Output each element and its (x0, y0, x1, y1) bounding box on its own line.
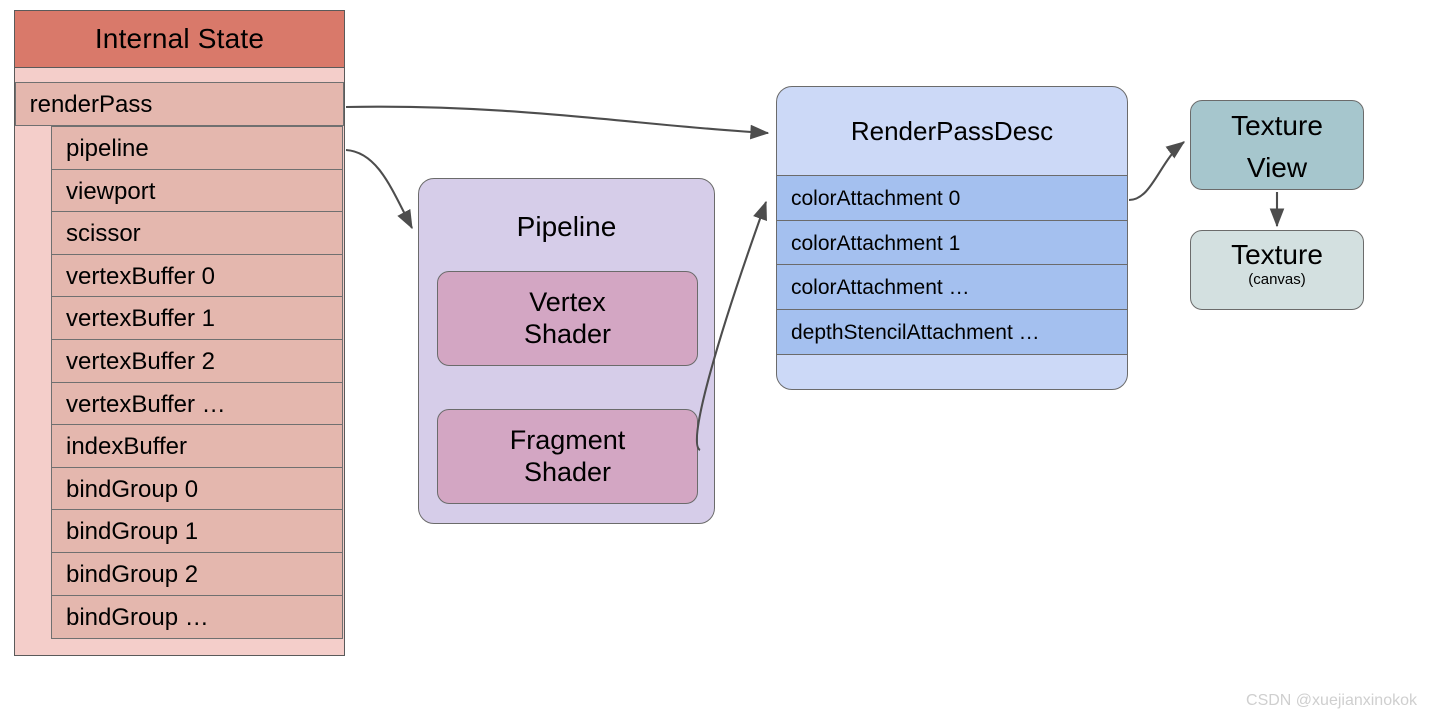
panel-spacer (15, 68, 344, 82)
texture-view-label-line2: View (1246, 152, 1308, 183)
state-row-bindgroup-2[interactable]: bindGroup 2 (51, 552, 343, 597)
vertex-shader-box[interactable]: Vertex Shader (437, 271, 698, 366)
state-row-vertexbuffer-more[interactable]: vertexBuffer … (51, 381, 343, 426)
watermark: CSDN @xuejianxinokok (1246, 692, 1417, 709)
state-row-bindgroup-0[interactable]: bindGroup 0 (51, 466, 343, 511)
state-row-bindgroup-more[interactable]: bindGroup … (51, 594, 343, 639)
state-row-pipeline[interactable]: pipeline (51, 126, 343, 170)
render-pass-desc-title: RenderPassDesc (850, 116, 1054, 146)
state-row-viewport[interactable]: viewport (51, 168, 343, 213)
diagram-canvas: Internal State renderPass pipeline viewp… (0, 0, 1431, 720)
attachment-row-depth-stencil[interactable]: depthStencilAttachment … (777, 308, 1127, 355)
arrow-pipeline-field-to-pipeline-box (345, 148, 413, 230)
state-row-scissor[interactable]: scissor (51, 211, 343, 256)
state-row-renderpass[interactable]: renderPass (14, 82, 345, 126)
fragment-shader-label-line2: Shader (523, 457, 612, 487)
pipeline-title: Pipeline (516, 211, 617, 242)
state-row-indexbuffer[interactable]: indexBuffer (51, 424, 343, 469)
texture-box[interactable]: Texture (canvas) (1190, 230, 1364, 310)
state-row-bindgroup-1[interactable]: bindGroup 1 (51, 509, 343, 554)
arrow-renderpass-to-renderpassdesc (345, 105, 770, 140)
state-row-vertexbuffer-2[interactable]: vertexBuffer 2 (51, 339, 343, 384)
renderpass-field-list: pipeline viewport scissor vertexBuffer 0… (51, 126, 343, 639)
vertex-shader-label-line2: Shader (523, 319, 612, 349)
texture-sublabel: (canvas) (1248, 271, 1306, 288)
texture-label: Texture (1231, 239, 1323, 270)
state-row-vertexbuffer-1[interactable]: vertexBuffer 1 (51, 296, 343, 341)
internal-state-panel: Internal State renderPass pipeline viewp… (14, 10, 345, 656)
vertex-shader-label-line1: Vertex (529, 287, 606, 317)
arrow-color-attachment-to-texture-view (1128, 141, 1186, 202)
texture-view-label-line1: Texture (1231, 110, 1323, 141)
attachment-row-color-more[interactable]: colorAttachment … (777, 264, 1127, 311)
internal-state-title: Internal State (15, 11, 344, 68)
attachment-row-color-1[interactable]: colorAttachment 1 (777, 219, 1127, 266)
pipeline-box[interactable]: Pipeline Vertex Shader Fragment Shader (418, 178, 715, 524)
state-row-vertexbuffer-0[interactable]: vertexBuffer 0 (51, 253, 343, 298)
render-pass-desc-box[interactable]: RenderPassDesc colorAttachment 0 colorAt… (776, 86, 1128, 390)
fragment-shader-label-line1: Fragment (509, 425, 626, 455)
fragment-shader-box[interactable]: Fragment Shader (437, 409, 698, 504)
attachment-row-color-0[interactable]: colorAttachment 0 (777, 175, 1127, 221)
panel-footer-spacer (15, 638, 344, 655)
texture-view-box[interactable]: Texture View (1190, 100, 1364, 190)
